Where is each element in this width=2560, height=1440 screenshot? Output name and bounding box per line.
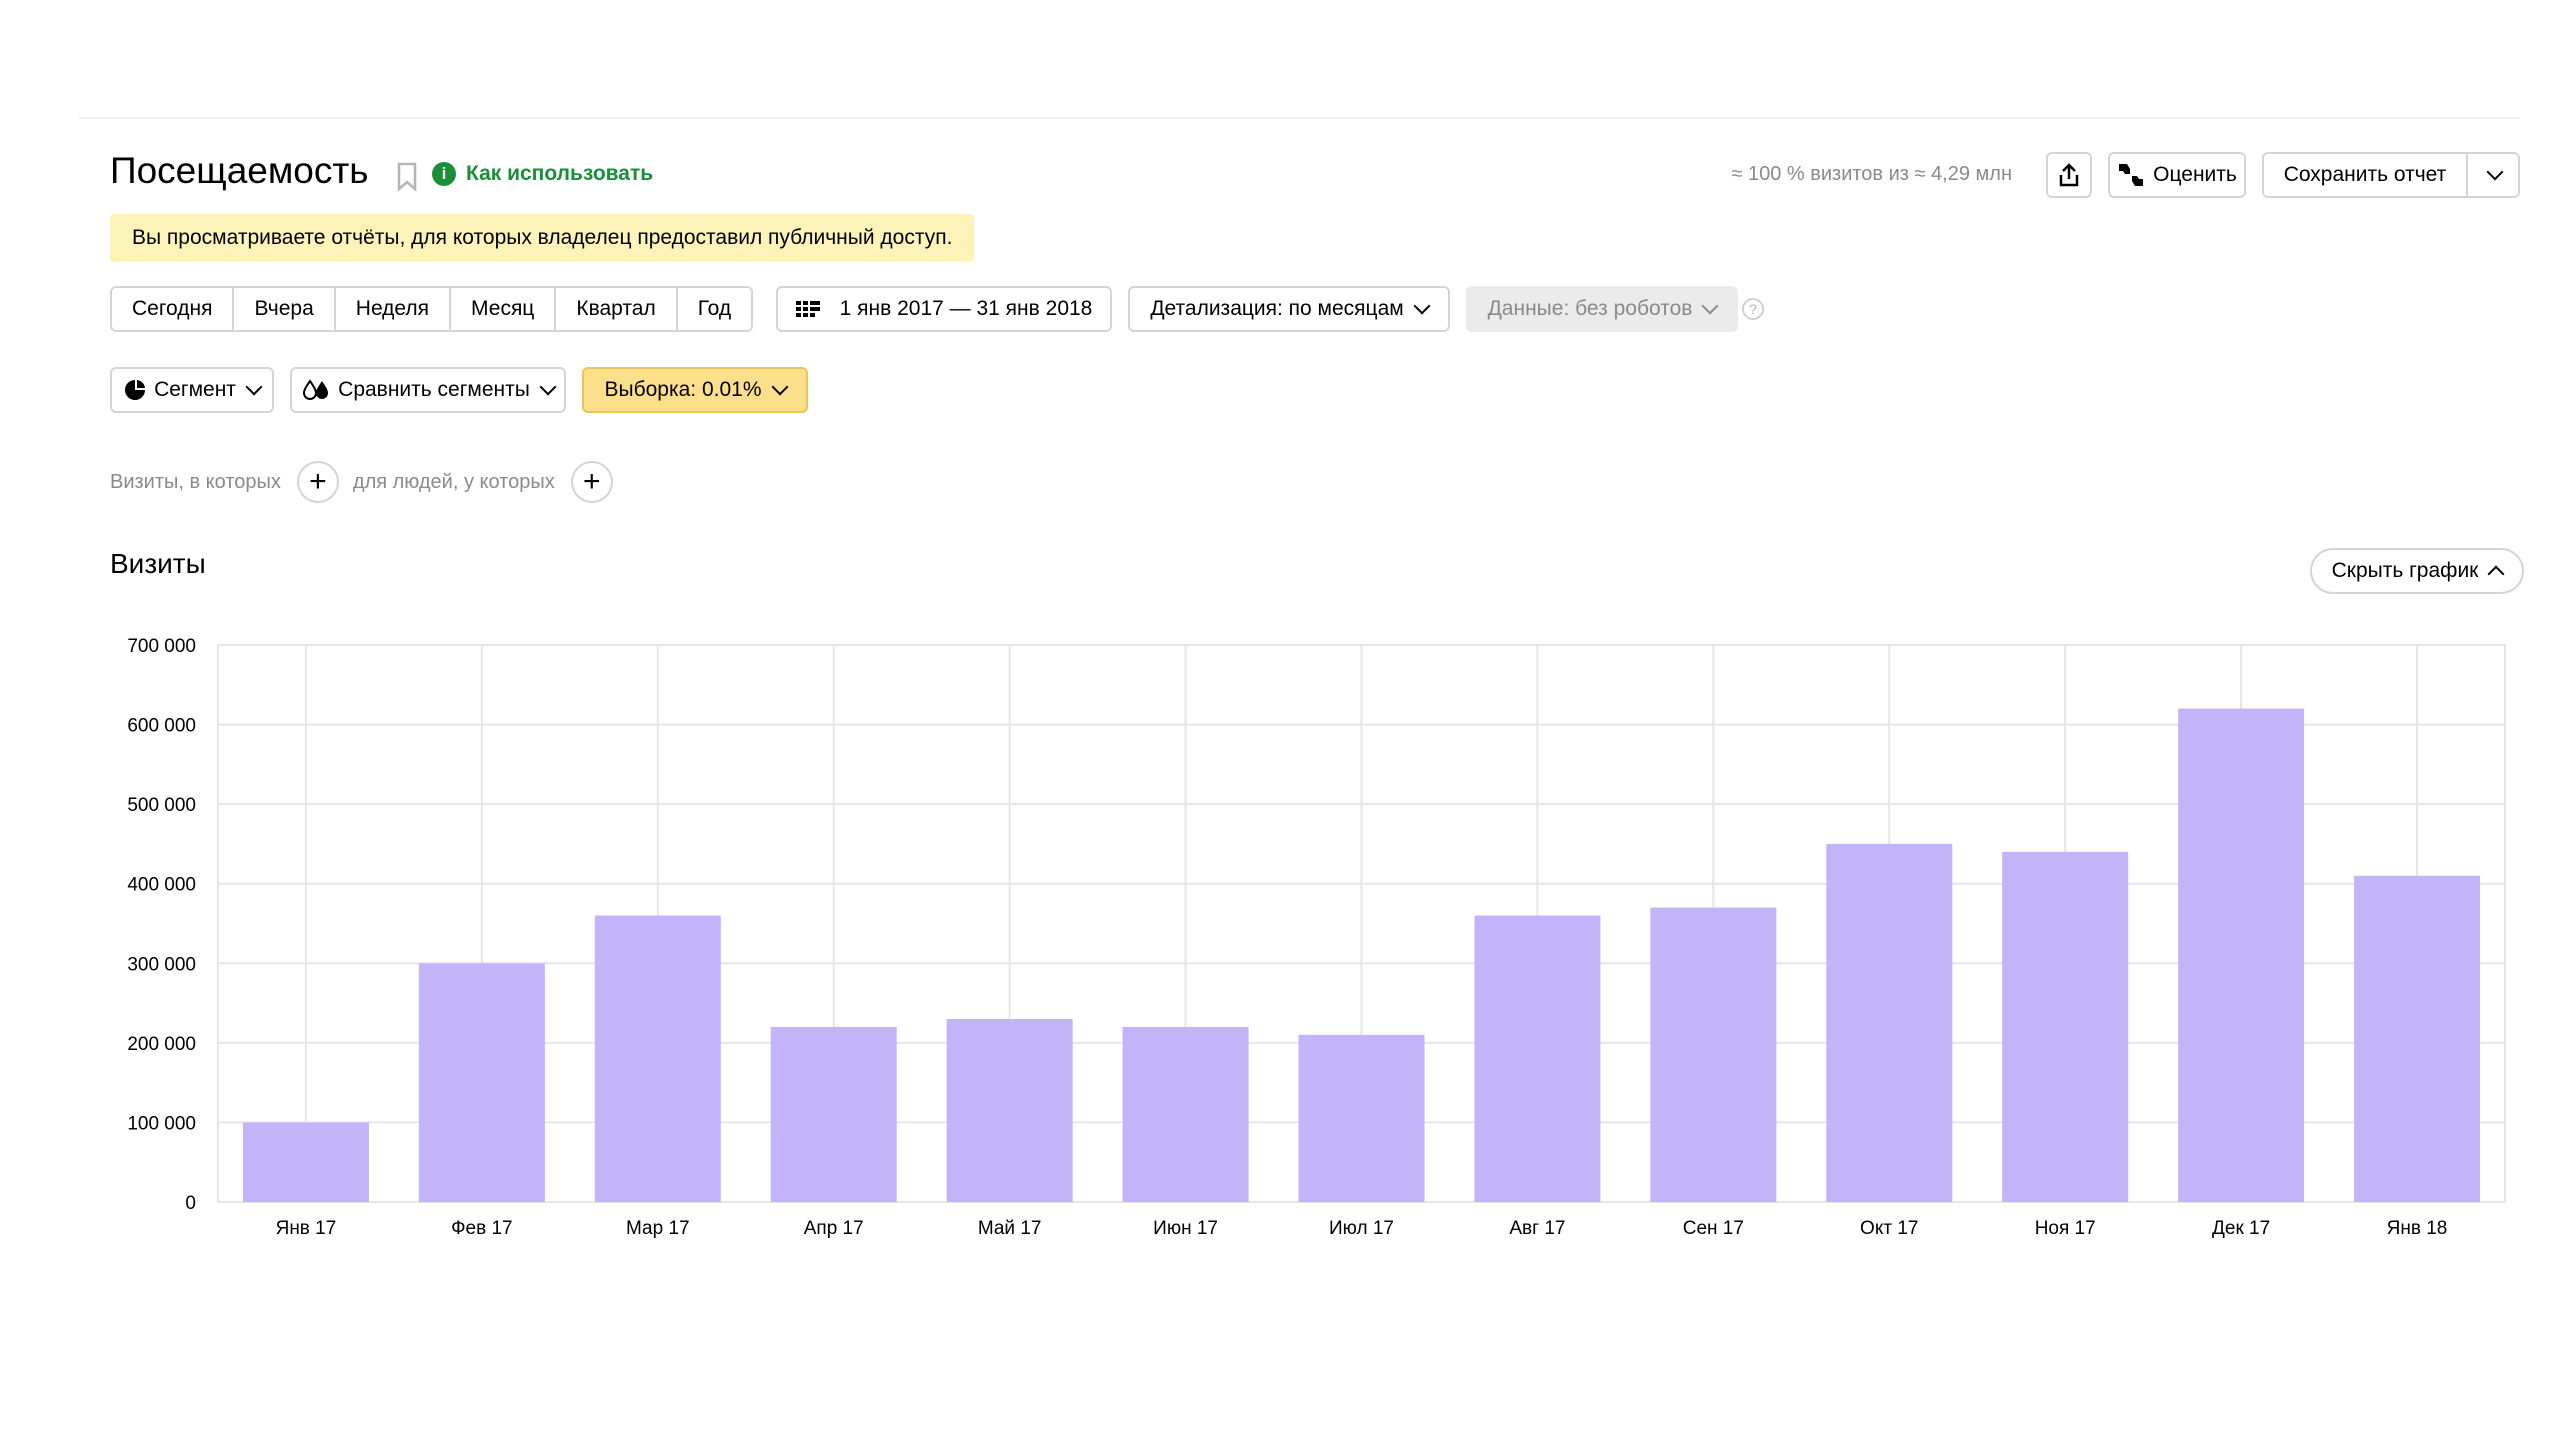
bar bbox=[1298, 1034, 1425, 1202]
y-tick-label: 0 bbox=[185, 1193, 196, 1214]
bar bbox=[242, 1122, 369, 1202]
x-tick-label: Янв 18 bbox=[2387, 1218, 2448, 1239]
y-tick-label: 200 000 bbox=[127, 1034, 196, 1055]
bar bbox=[2002, 851, 2129, 1202]
bar bbox=[2178, 708, 2305, 1202]
y-tick-label: 700 000 bbox=[127, 636, 196, 657]
x-tick-label: Сен 17 bbox=[1683, 1218, 1744, 1239]
bar bbox=[946, 1018, 1073, 1202]
x-tick-label: Ноя 17 bbox=[2035, 1218, 2096, 1239]
y-tick-label: 500 000 bbox=[127, 795, 196, 816]
bar bbox=[418, 963, 545, 1202]
x-tick-label: Фев 17 bbox=[451, 1218, 513, 1239]
bar bbox=[770, 1026, 897, 1202]
x-tick-label: Мар 17 bbox=[626, 1218, 690, 1239]
visits-bar-chart: 0 100 000 200 000 300 000 400 000 500 000 600 … bbox=[127, 636, 2506, 1239]
bar bbox=[2354, 875, 2481, 1202]
y-tick-label: 300 000 bbox=[127, 954, 196, 975]
bar bbox=[1826, 843, 1953, 1202]
bar bbox=[1650, 907, 1777, 1202]
x-tick-label: Дек 17 bbox=[2212, 1218, 2270, 1239]
x-tick-label: Янв 17 bbox=[276, 1218, 337, 1239]
x-tick-label: Апр 17 bbox=[804, 1218, 864, 1239]
x-tick-label: Окт 17 bbox=[1860, 1218, 1918, 1239]
x-tick-label: Июн 17 bbox=[1153, 1218, 1218, 1239]
x-tick-label: Май 17 bbox=[978, 1218, 1042, 1239]
bar bbox=[594, 915, 721, 1202]
x-tick-label: Июл 17 bbox=[1329, 1218, 1394, 1239]
bar bbox=[1122, 1026, 1249, 1202]
x-tick-label: Авг 17 bbox=[1509, 1218, 1565, 1239]
y-tick-label: 100 000 bbox=[127, 1113, 196, 1134]
y-tick-label: 400 000 bbox=[127, 875, 196, 896]
y-tick-label: 600 000 bbox=[127, 716, 196, 737]
bar bbox=[1474, 915, 1601, 1202]
